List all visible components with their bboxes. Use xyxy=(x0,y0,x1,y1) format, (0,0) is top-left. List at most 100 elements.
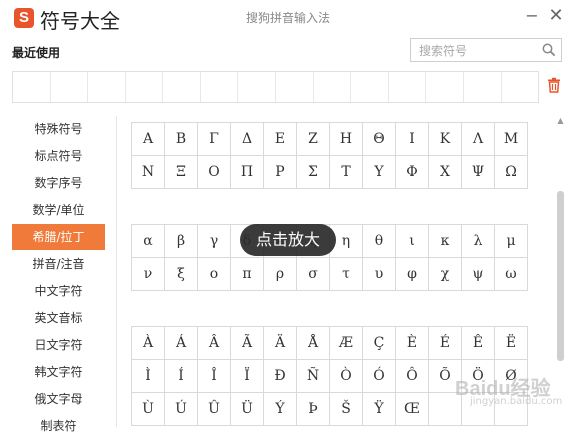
symbol-cell[interactable]: γ xyxy=(197,224,231,258)
symbol-cell[interactable]: È xyxy=(395,326,429,360)
sidebar-item[interactable]: 俄文字母 xyxy=(12,386,105,412)
sidebar-item[interactable]: 日文字符 xyxy=(12,332,105,358)
symbol-cell[interactable]: Þ xyxy=(296,392,330,426)
symbol-cell[interactable]: χ xyxy=(428,257,462,291)
symbol-cell[interactable]: Φ xyxy=(395,155,429,189)
recent-symbol-slot[interactable] xyxy=(276,72,314,102)
symbol-cell[interactable]: Ù xyxy=(131,392,165,426)
symbol-cell[interactable]: Δ xyxy=(230,122,264,156)
recent-symbol-slot[interactable] xyxy=(88,72,126,102)
symbol-cell[interactable]: π xyxy=(230,257,264,291)
symbol-cell[interactable]: Â xyxy=(197,326,231,360)
symbol-cell[interactable]: ξ xyxy=(164,257,198,291)
sidebar-item[interactable]: 特殊符号 xyxy=(12,116,105,142)
symbol-cell[interactable]: Í xyxy=(164,359,198,393)
close-button[interactable]: ✕ xyxy=(546,6,566,26)
symbol-cell[interactable]: φ xyxy=(395,257,429,291)
recent-symbol-slot[interactable] xyxy=(13,72,51,102)
symbol-cell[interactable]: Ν xyxy=(131,155,165,189)
minimize-button[interactable]: − xyxy=(522,6,542,26)
symbol-cell[interactable]: Ψ xyxy=(461,155,495,189)
symbol-cell[interactable]: Υ xyxy=(362,155,396,189)
symbol-cell[interactable]: ν xyxy=(131,257,165,291)
symbol-cell[interactable]: Ζ xyxy=(296,122,330,156)
recent-symbol-slot[interactable] xyxy=(238,72,277,102)
symbol-cell[interactable]: Á xyxy=(164,326,198,360)
recent-symbol-slot[interactable] xyxy=(163,72,201,102)
symbol-cell[interactable]: Ì xyxy=(131,359,165,393)
symbol-cell[interactable]: Σ xyxy=(296,155,330,189)
search-input[interactable] xyxy=(417,40,541,62)
recent-symbol-slot[interactable] xyxy=(464,72,502,102)
sidebar-item[interactable]: 数字序号 xyxy=(12,170,105,196)
symbol-cell[interactable]: Ε xyxy=(263,122,297,156)
symbol-cell[interactable]: Β xyxy=(164,122,198,156)
symbol-cell[interactable]: λ xyxy=(461,224,495,258)
symbol-cell[interactable]: Û xyxy=(197,392,231,426)
search-icon[interactable] xyxy=(542,43,556,57)
symbol-cell[interactable]: σ xyxy=(296,257,330,291)
symbol-cell[interactable]: Η xyxy=(329,122,363,156)
symbol-cell[interactable]: Î xyxy=(197,359,231,393)
symbol-cell[interactable]: É xyxy=(428,326,462,360)
sidebar-item[interactable]: 拼音/注音 xyxy=(12,251,105,277)
recent-symbol-slot[interactable] xyxy=(201,72,239,102)
symbol-cell[interactable]: Ñ xyxy=(296,359,330,393)
recent-symbol-slot[interactable] xyxy=(426,72,464,102)
symbol-cell[interactable]: Š xyxy=(329,392,363,426)
scroll-up-arrow-icon[interactable]: ▲ xyxy=(556,116,565,125)
symbol-cell[interactable]: Μ xyxy=(494,122,528,156)
symbol-cell[interactable]: Λ xyxy=(461,122,495,156)
symbol-cell[interactable]: α xyxy=(131,224,165,258)
symbol-cell[interactable]: ρ xyxy=(263,257,297,291)
symbol-cell[interactable]: Κ xyxy=(428,122,462,156)
sidebar-item[interactable]: 制表符 xyxy=(12,413,105,439)
symbol-cell[interactable]: ω xyxy=(494,257,528,291)
symbol-cell[interactable]: ο xyxy=(197,257,231,291)
symbol-cell[interactable]: Ú xyxy=(164,392,198,426)
symbol-cell[interactable]: Æ xyxy=(329,326,363,360)
symbol-cell[interactable]: Ð xyxy=(263,359,297,393)
symbol-cell[interactable]: Γ xyxy=(197,122,231,156)
symbol-cell[interactable]: Å xyxy=(296,326,330,360)
symbol-cell[interactable]: μ xyxy=(494,224,528,258)
symbol-cell[interactable]: Ü xyxy=(230,392,264,426)
symbol-cell[interactable]: θ xyxy=(362,224,396,258)
sidebar-item[interactable]: 希腊/拉丁 xyxy=(12,224,105,250)
symbol-cell[interactable]: Α xyxy=(131,122,165,156)
search-box[interactable] xyxy=(410,38,562,62)
symbol-cell[interactable]: Ä xyxy=(263,326,297,360)
symbol-cell[interactable]: Ξ xyxy=(164,155,198,189)
recent-symbol-slot[interactable] xyxy=(389,72,427,102)
sidebar-item[interactable]: 韩文字符 xyxy=(12,359,105,385)
symbol-cell[interactable]: Ó xyxy=(362,359,396,393)
sidebar-item[interactable]: 中文字符 xyxy=(12,278,105,304)
symbol-cell[interactable]: Ρ xyxy=(263,155,297,189)
symbol-cell[interactable]: Ý xyxy=(263,392,297,426)
symbol-cell[interactable]: Π xyxy=(230,155,264,189)
symbol-cell[interactable]: Τ xyxy=(329,155,363,189)
symbol-cell[interactable]: À xyxy=(131,326,165,360)
sidebar-item[interactable]: 标点符号 xyxy=(12,143,105,169)
recent-symbol-slot[interactable] xyxy=(351,72,389,102)
recent-symbol-slot[interactable] xyxy=(126,72,164,102)
recent-symbol-slot[interactable] xyxy=(314,72,352,102)
symbol-cell[interactable]: Χ xyxy=(428,155,462,189)
symbol-cell[interactable]: Ë xyxy=(494,326,528,360)
symbol-cell[interactable]: Ο xyxy=(197,155,231,189)
symbol-cell[interactable]: ψ xyxy=(461,257,495,291)
symbol-cell[interactable]: Œ xyxy=(395,392,429,426)
symbol-cell[interactable]: Ê xyxy=(461,326,495,360)
symbol-cell[interactable]: Ò xyxy=(329,359,363,393)
symbol-cell[interactable]: Ç xyxy=(362,326,396,360)
scrollbar[interactable]: ▲ xyxy=(556,116,565,427)
symbol-cell[interactable]: Ω xyxy=(494,155,528,189)
symbol-cell[interactable]: κ xyxy=(428,224,462,258)
symbol-cell[interactable]: ι xyxy=(395,224,429,258)
symbol-cell[interactable]: τ xyxy=(329,257,363,291)
symbol-cell[interactable]: Ï xyxy=(230,359,264,393)
sidebar-item[interactable]: 英文音标 xyxy=(12,305,105,331)
symbol-cell[interactable]: Ã xyxy=(230,326,264,360)
symbol-cell[interactable]: Ι xyxy=(395,122,429,156)
scroll-thumb[interactable] xyxy=(557,191,564,361)
